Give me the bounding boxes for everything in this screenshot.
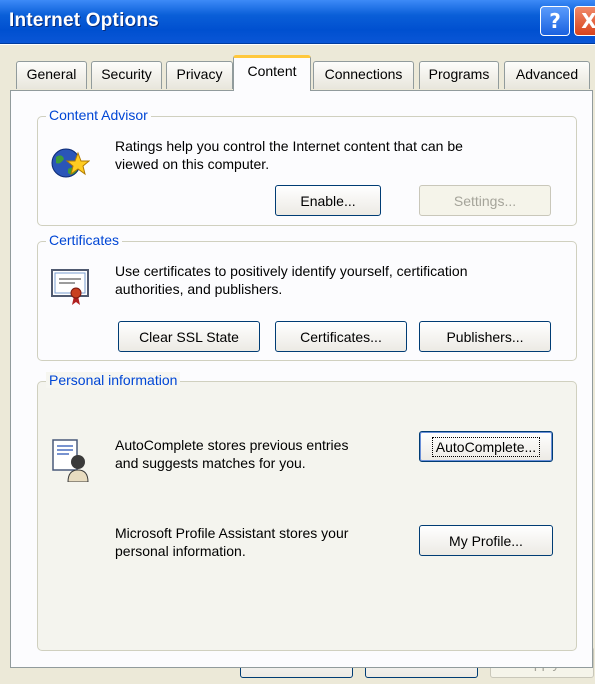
- tab-programs[interactable]: Programs: [419, 61, 499, 89]
- certificates-description: Use certificates to positively identify …: [115, 262, 467, 298]
- help-button[interactable]: ?: [540, 6, 570, 36]
- window-title: Internet Options: [9, 10, 159, 31]
- content-advisor-group: Content Advisor Ratings help you control…: [37, 107, 577, 226]
- description-line: Use certificates to positively identify …: [115, 263, 468, 279]
- tab-connections[interactable]: Connections: [313, 61, 414, 89]
- dialog-body: General Security Privacy Content Connect…: [0, 45, 595, 684]
- tab-label: Content: [247, 63, 297, 79]
- autocomplete-button[interactable]: AutoComplete...: [419, 431, 553, 462]
- button-label: Settings...: [453, 192, 517, 209]
- profile-assistant-description: Microsoft Profile Assistant stores your …: [115, 524, 348, 560]
- button-label: AutoComplete...: [431, 436, 541, 457]
- button-label: Clear SSL State: [139, 328, 239, 345]
- tab-label: General: [26, 66, 77, 82]
- clear-ssl-state-button[interactable]: Clear SSL State: [118, 321, 260, 352]
- description-line: Ratings help you control the Internet co…: [115, 138, 463, 154]
- enable-button[interactable]: Enable...: [275, 185, 381, 216]
- description-line: authorities, and publishers.: [115, 281, 283, 297]
- tab-label: Advanced: [515, 66, 579, 82]
- content-tab-panel: Content Advisor Ratings help you control…: [10, 90, 593, 668]
- description-line: viewed on this computer.: [115, 156, 270, 172]
- certificate-icon: [50, 266, 92, 309]
- certificates-button[interactable]: Certificates...: [275, 321, 407, 352]
- settings-button[interactable]: Settings...: [419, 185, 551, 216]
- personal-information-group: Personal information AutoComplete stores…: [37, 372, 577, 651]
- close-icon: X: [581, 9, 595, 33]
- button-label: Certificates...: [300, 328, 382, 345]
- tab-security[interactable]: Security: [91, 61, 162, 89]
- button-label: Publishers...: [446, 328, 524, 345]
- ratings-globe-star-icon: [50, 143, 91, 186]
- certificates-label: Certificates: [46, 232, 123, 248]
- tab-general[interactable]: General: [16, 61, 87, 89]
- publishers-button[interactable]: Publishers...: [419, 321, 551, 352]
- tab-label: Privacy: [176, 66, 223, 82]
- my-profile-button[interactable]: My Profile...: [419, 525, 553, 556]
- description-line: personal information.: [115, 543, 246, 559]
- tab-advanced[interactable]: Advanced: [504, 61, 590, 89]
- help-icon: ?: [549, 9, 561, 33]
- description-line: AutoComplete stores previous entries: [115, 437, 349, 453]
- tab-label: Security: [101, 66, 152, 82]
- personal-information-label: Personal information: [46, 372, 181, 388]
- profile-card-icon: [51, 438, 91, 485]
- tab-content[interactable]: Content: [233, 55, 311, 91]
- close-button[interactable]: X: [574, 6, 595, 36]
- content-advisor-label: Content Advisor: [46, 107, 151, 123]
- button-label: Enable...: [300, 192, 356, 209]
- description-line: Microsoft Profile Assistant stores your: [115, 525, 349, 541]
- tab-label: Programs: [428, 66, 490, 82]
- autocomplete-description: AutoComplete stores previous entries and…: [115, 436, 348, 472]
- description-line: and suggests matches for you.: [115, 455, 306, 471]
- certificates-group: Certificates Use certificates to positiv…: [37, 232, 577, 361]
- button-label: My Profile...: [449, 532, 523, 549]
- title-bar[interactable]: Internet Options ? X: [0, 0, 595, 44]
- tab-label: Connections: [324, 66, 403, 82]
- content-advisor-description: Ratings help you control the Internet co…: [115, 137, 463, 173]
- tab-privacy[interactable]: Privacy: [166, 61, 233, 89]
